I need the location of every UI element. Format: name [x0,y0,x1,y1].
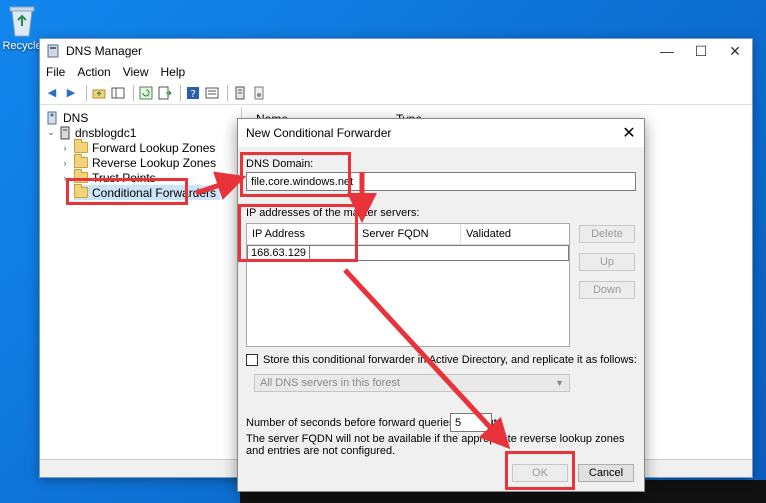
window-title: DNS Manager [66,44,143,58]
tree-item-dns[interactable]: DNS [46,110,88,125]
dialog-title-bar: New Conditional Forwarder ✕ [238,119,644,147]
toolbar-separator [86,84,87,101]
store-in-ad-checkbox[interactable] [246,354,258,366]
new-conditional-forwarder-dialog: New Conditional Forwarder ✕ DNS Domain: … [237,118,645,492]
dropdown-chevron-icon: ▼ [555,378,564,388]
tree-item-trust-points[interactable]: › Trust Points [60,169,156,185]
expand-chevron-icon[interactable]: › [60,158,70,168]
store-in-ad-option[interactable]: Store this conditional forwarder in Acti… [246,354,637,366]
ip-grid-header: IP Address Server FQDN Validated [247,224,569,245]
ip-address-grid: IP Address Server FQDN Validated [246,223,570,347]
tree-item-server[interactable]: ⌄ dnsblogdc1 [46,125,136,140]
tree-item-conditional-forwarders[interactable]: Conditional Forwarders [74,184,221,200]
tree-label-trust-points: Trust Points [92,170,156,185]
delete-button[interactable]: Delete [579,225,635,243]
folder-icon [74,169,88,183]
dns-domain-label: DNS Domain: [246,158,314,170]
properties-icon[interactable] [204,85,220,101]
toolbar-separator [180,84,181,101]
back-arrow-icon[interactable]: ◀ [44,85,60,101]
tree-label-server: dnsblogdc1 [75,125,137,140]
ip-address-input[interactable] [247,245,310,261]
refresh-icon[interactable] [138,85,154,101]
export-list-icon[interactable] [157,85,173,101]
dialog-title: New Conditional Forwarder [246,126,392,140]
svg-text:?: ? [191,89,196,100]
help-icon[interactable]: ? [185,85,201,101]
recycle-bin-shortcut[interactable]: Recycle [2,4,42,52]
tree-item-reverse-lookup[interactable]: › Reverse Lookup Zones [60,154,217,170]
tree-label-dns: DNS [63,110,89,125]
ip-row-remainder [310,245,569,261]
menu-view[interactable]: View [123,65,149,79]
console-tree: DNS ⌄ dnsblogdc1 › Forward Lookup Zones … [42,107,242,459]
up-folder-icon[interactable] [91,85,107,101]
fqdn-note: The server FQDN will not be available if… [246,433,625,457]
dns-icon [47,111,57,124]
folder-icon [74,139,88,153]
dns-domain-input[interactable] [246,172,636,191]
title-bar: DNS Manager — ☐ ✕ [40,39,752,63]
minimize-button[interactable]: — [650,43,684,60]
ip-grid-row[interactable] [247,245,569,261]
toolbar: ◀ ▶ ? [40,81,752,105]
expand-chevron-icon[interactable]: › [60,143,70,153]
store-in-ad-label: Store this conditional forwarder in Acti… [263,354,637,366]
replication-scope-select[interactable]: All DNS servers in this forest ▼ [254,374,570,392]
tree-label-conditional-forwarders: Conditional Forwarders [92,185,217,200]
server-list-icon[interactable] [232,85,248,101]
dialog-close-icon[interactable]: ✕ [614,123,644,143]
menu-file[interactable]: File [46,65,65,79]
toolbar-separator [227,84,228,101]
tree-item-forward-lookup[interactable]: › Forward Lookup Zones [60,139,216,155]
menu-bar: File Action View Help [40,63,752,81]
maximize-button[interactable]: ☐ [684,43,718,60]
up-button[interactable]: Up [579,253,635,271]
column-server-fqdn: Server FQDN [357,224,461,244]
server-config-icon[interactable] [251,85,267,101]
tree-label-forward-lookup: Forward Lookup Zones [92,140,216,155]
down-button[interactable]: Down [579,281,635,299]
folder-icon [74,184,88,198]
expand-chevron-icon[interactable]: › [60,173,70,183]
toolbar-separator [133,84,134,101]
close-window-button[interactable]: ✕ [718,43,752,60]
replication-scope-value: All DNS servers in this forest [260,377,400,389]
cancel-button[interactable]: Cancel [578,464,634,482]
forward-arrow-icon[interactable]: ▶ [63,85,79,101]
menu-help[interactable]: Help [161,65,186,79]
recycle-bin-icon [9,6,35,37]
column-ip-address: IP Address [247,224,357,244]
show-hide-tree-icon[interactable] [110,85,126,101]
timeout-input[interactable] [450,413,492,432]
recycle-bin-label: Recycle [2,40,42,52]
dns-manager-icon [47,44,59,58]
folder-icon [74,154,88,168]
menu-action[interactable]: Action [77,65,110,79]
collapse-chevron-icon[interactable]: ⌄ [46,127,56,138]
tree-label-reverse-lookup: Reverse Lookup Zones [92,155,217,170]
ip-addresses-label: IP addresses of the master servers: [246,207,420,219]
column-validated: Validated [466,228,512,240]
ok-button[interactable]: OK [512,464,568,482]
server-icon [60,126,70,139]
